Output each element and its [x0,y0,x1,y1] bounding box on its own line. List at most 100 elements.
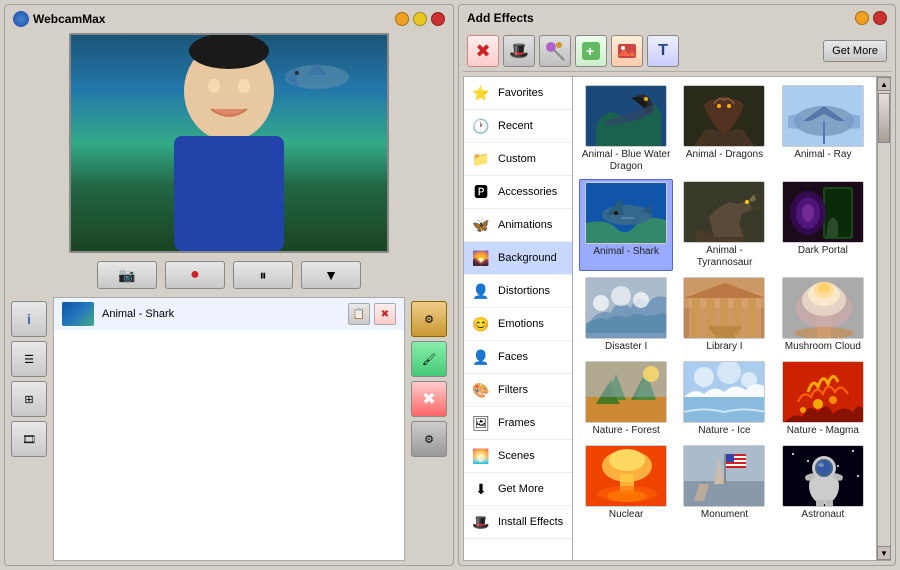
add-icon: + [580,40,602,62]
scroll-down-button[interactable]: ▼ [877,546,891,560]
scroll-thumb[interactable] [878,93,890,143]
camera-button[interactable]: 📷 [97,261,157,289]
copy-list-button[interactable]: 📋 [348,303,370,325]
category-custom-label: Custom [498,153,536,165]
effect-list-item[interactable]: Animal - Shark 📋 ✖ [54,298,404,330]
effect-label-tyrannosaur: Animal - Tyrannosaur [679,245,769,269]
list-side-icon: ☰ [24,353,34,366]
record-button[interactable]: ● [165,261,225,289]
category-background[interactable]: 🌄 Background [464,242,572,275]
effect-label-nature-ice: Nature - Ice [698,425,750,437]
category-favorites-label: Favorites [498,87,543,99]
recent-icon: 🕐 [470,115,492,137]
effect-item-nature-forest[interactable]: Nature - Forest [579,359,673,439]
right-side-toolbar: ⚙ 🖌 ✖ ⚙ [409,297,449,561]
info-side-icon: i [27,311,31,327]
category-frames[interactable]: 🖼 Frames [464,407,572,440]
category-accessories[interactable]: 🅿 Accessories [464,176,572,209]
gear-button[interactable]: ⚙ [411,421,447,457]
svg-text:+: + [586,43,594,59]
category-accessories-label: Accessories [498,186,557,198]
effects-settings-button[interactable]: ⚙ [411,301,447,337]
category-favorites[interactable]: ⭐ Favorites [464,77,572,110]
delete-list-button[interactable]: ✖ [374,303,396,325]
effects-list-panel: Animal - Shark 📋 ✖ [53,297,405,561]
add-tool-button[interactable]: + [575,35,607,67]
category-install-effects[interactable]: 🎩 Install Effects [464,506,572,539]
minimize-button[interactable] [395,12,409,26]
effect-list-name: Animal - Shark [102,308,174,320]
effect-label-disaster: Disaster I [605,341,647,353]
photo-tool-button[interactable] [611,35,643,67]
get-more-label: Get More [832,45,878,57]
effects-grid-container[interactable]: Animal - Blue Water Dragon [573,76,877,561]
category-background-label: Background [498,252,557,264]
film-side-button[interactable]: 🎞 [11,421,47,457]
grid-side-button[interactable]: ⊞ [11,381,47,417]
effect-list-thumb [62,302,94,326]
remove-effect-tool-button[interactable]: ✖ [467,35,499,67]
app-icon [13,11,29,27]
text-tool-button[interactable]: T [647,35,679,67]
get-more-button[interactable]: Get More [823,40,887,62]
effect-item-library[interactable]: Library I [677,275,771,355]
effect-thumb-dark-portal [782,181,864,243]
paint-button[interactable]: 🖌 [411,341,447,377]
effect-item-shark[interactable]: Animal - Shark [579,179,673,271]
effect-item-mushroom-cloud[interactable]: Mushroom Cloud [776,275,870,355]
effect-item-nature-magma[interactable]: Nature - Magma [776,359,870,439]
right-window-controls [855,11,887,25]
right-minimize-btn[interactable] [855,11,869,25]
category-get-more[interactable]: ⬇ Get More [464,473,572,506]
info-side-button[interactable]: i [11,301,47,337]
effects-content: ⭐ Favorites 🕐 Recent 📁 Custom 🅿 Accessor… [463,76,891,561]
right-close-btn[interactable] [873,11,887,25]
favorites-icon: ⭐ [470,82,492,104]
scroll-up-button[interactable]: ▲ [877,77,891,91]
effect-item-nuclear[interactable]: Nuclear [579,443,673,523]
maximize-button[interactable] [413,12,427,26]
effect-item-blue-dragon[interactable]: Animal - Blue Water Dragon [579,83,673,175]
category-scenes[interactable]: 🌅 Scenes [464,440,572,473]
effect-item-tyrannosaur[interactable]: Animal - Tyrannosaur [677,179,771,271]
effect-item-astronaut[interactable]: Astronaut [776,443,870,523]
pause-button[interactable]: ⏸ [233,261,293,289]
category-filters-label: Filters [498,384,528,396]
effect-thumb-nature-magma [782,361,864,423]
effect-label-nature-forest: Nature - Forest [593,425,660,437]
effect-label-nature-magma: Nature - Magma [787,425,859,437]
effect-thumb-blue-dragon [585,85,667,147]
effect-label-astronaut: Astronaut [801,509,844,521]
effect-thumb-astronaut [782,445,864,507]
distortions-icon: 👤 [470,280,492,302]
download-button[interactable]: ▼ [301,261,361,289]
right-panel: Add Effects ✖ 🎩 [458,4,896,566]
close-button[interactable] [431,12,445,26]
effect-thumb-library [683,277,765,339]
effect-thumb-monument [683,445,765,507]
effect-item-disaster[interactable]: Disaster I [579,275,673,355]
category-emotions[interactable]: 😊 Emotions [464,308,572,341]
category-filters[interactable]: 🎨 Filters [464,374,572,407]
category-animations[interactable]: 🦋 Animations [464,209,572,242]
install-effects-icon: 🎩 [470,511,492,533]
list-side-button[interactable]: ☰ [11,341,47,377]
effect-item-dark-portal[interactable]: Dark Portal [776,179,870,271]
hat-tool-button[interactable]: 🎩 [503,35,535,67]
effect-label-dragons: Animal - Dragons [686,149,763,161]
effect-item-monument[interactable]: Monument [677,443,771,523]
category-distortions[interactable]: 👤 Distortions [464,275,572,308]
effect-item-nature-ice[interactable]: Nature - Ice [677,359,771,439]
effect-item-dragons[interactable]: Animal - Dragons [677,83,771,175]
magic-tool-button[interactable] [539,35,571,67]
category-custom[interactable]: 📁 Custom [464,143,572,176]
category-recent[interactable]: 🕐 Recent [464,110,572,143]
left-panel: WebcamMax [4,4,454,566]
effect-item-ray[interactable]: Animal - Ray [776,83,870,175]
scrollbar[interactable]: ▲ ▼ [877,76,891,561]
effect-label-shark: Animal - Shark [593,246,659,258]
photo-icon [616,40,638,62]
effect-thumb-trex [683,181,765,243]
category-faces[interactable]: 👤 Faces [464,341,572,374]
remove-button[interactable]: ✖ [411,381,447,417]
